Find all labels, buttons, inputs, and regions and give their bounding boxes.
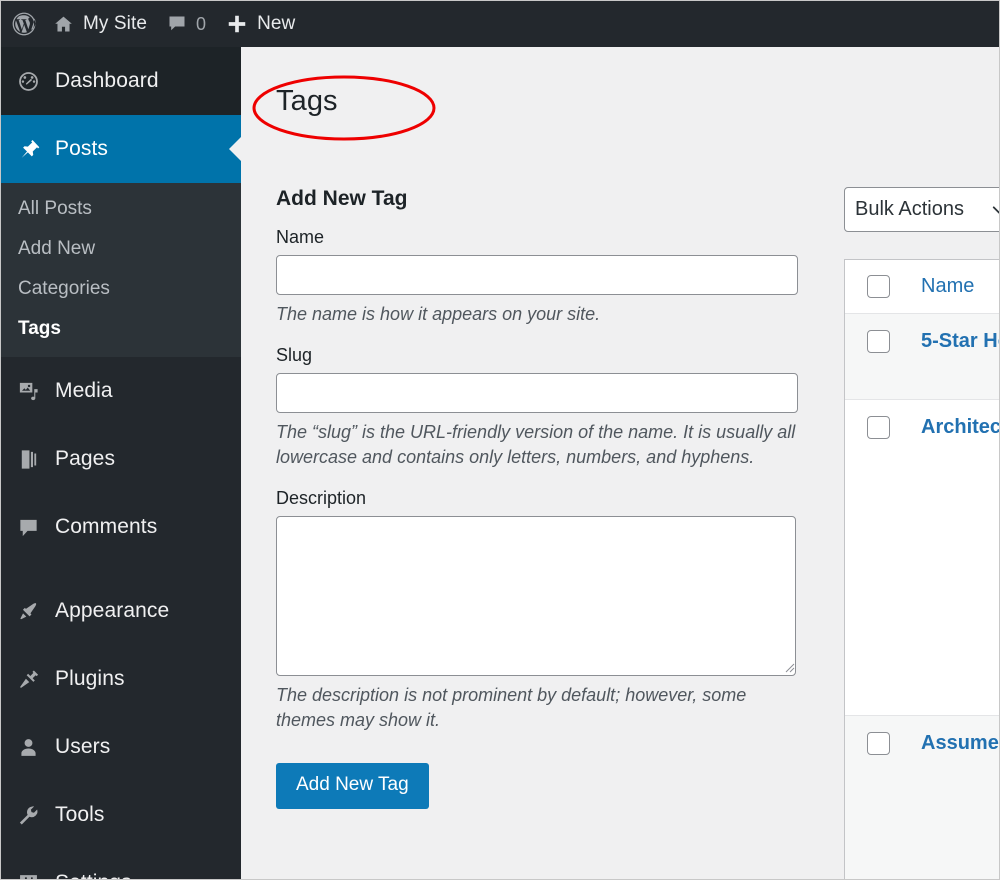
sidebar-item-label: Media xyxy=(55,379,113,402)
admin-sidebar-menu: Dashboard Posts All Posts Add New Catego… xyxy=(1,47,241,879)
sidebar-item-label: Pages xyxy=(55,447,116,470)
chevron-down-icon xyxy=(990,201,999,219)
main-content-area: Tags Add New Tag Name The name is how it… xyxy=(241,47,999,879)
settings-sliders-icon xyxy=(15,872,41,879)
sidebar-item-media[interactable]: Media xyxy=(1,357,241,425)
sidebar-item-plugins[interactable]: Plugins xyxy=(1,645,241,713)
admin-bar-comments-count: 0 xyxy=(196,13,207,34)
pages-icon xyxy=(15,448,41,471)
sidebar-item-all-posts[interactable]: All Posts xyxy=(1,189,241,229)
sidebar-item-label: Appearance xyxy=(55,599,170,622)
admin-bar: My Site 0 New xyxy=(1,1,999,47)
name-help-text: The name is how it appears on your site. xyxy=(276,304,601,324)
sidebar-item-label: Posts xyxy=(55,137,109,160)
sidebar-item-categories[interactable]: Categories xyxy=(1,269,241,309)
sidebar-item-tools[interactable]: Tools xyxy=(1,781,241,849)
plus-icon xyxy=(226,13,248,35)
admin-bar-new-content[interactable]: New xyxy=(216,1,305,47)
slug-field-group: Slug The “slug” is the URL-friendly vers… xyxy=(276,345,798,470)
row-checkbox[interactable] xyxy=(867,330,890,353)
sidebar-item-add-new-post[interactable]: Add New xyxy=(1,229,241,269)
description-textarea[interactable] xyxy=(276,516,796,676)
sidebar-separator xyxy=(1,561,241,577)
admin-bar-site-name[interactable]: My Site xyxy=(43,1,157,47)
row-checkbox[interactable] xyxy=(867,416,890,439)
sidebar-item-label: Dashboard xyxy=(55,69,159,92)
wordpress-logo-button[interactable] xyxy=(1,1,43,47)
media-icon xyxy=(15,380,41,403)
admin-bar-new-label: New xyxy=(257,13,296,34)
sidebar-item-label: Comments xyxy=(55,515,158,538)
table-row: 5-Star Ho xyxy=(845,314,999,400)
plug-icon xyxy=(15,668,41,691)
home-icon xyxy=(53,14,74,35)
table-header-row: Name xyxy=(845,260,999,314)
bulk-actions-label: Bulk Actions xyxy=(855,198,964,220)
comment-bubble-icon xyxy=(15,516,41,539)
tags-table: Name 5-Star Ho Architecto Assumend xyxy=(844,259,999,879)
add-new-tag-heading: Add New Tag xyxy=(276,187,408,210)
description-label: Description xyxy=(276,488,367,508)
sidebar-item-posts[interactable]: Posts xyxy=(1,115,241,183)
table-row: Assumend xyxy=(845,716,999,879)
sidebar-item-users[interactable]: Users xyxy=(1,713,241,781)
slug-help-text: The “slug” is the URL-friendly version o… xyxy=(276,422,796,467)
sidebar-item-label: Users xyxy=(55,735,111,758)
user-icon xyxy=(15,736,41,759)
pin-icon xyxy=(15,138,41,161)
select-all-checkbox[interactable] xyxy=(867,275,890,298)
row-checkbox[interactable] xyxy=(867,732,890,755)
sidebar-item-appearance[interactable]: Appearance xyxy=(1,577,241,645)
slug-label: Slug xyxy=(276,345,313,365)
sidebar-item-dashboard[interactable]: Dashboard xyxy=(1,47,241,115)
add-new-tag-form: Add New Tag Name The name is how it appe… xyxy=(276,187,798,809)
name-input[interactable] xyxy=(276,255,798,295)
sidebar-item-label: Tools xyxy=(55,803,105,826)
table-row: Architecto xyxy=(845,400,999,716)
comment-bubble-icon xyxy=(167,14,187,34)
admin-bar-site-label: My Site xyxy=(83,13,148,34)
tag-name-link[interactable]: 5-Star Ho xyxy=(921,330,999,353)
paintbrush-icon xyxy=(15,600,41,623)
tags-list-panel: Bulk Actions Name 5-Star Ho xyxy=(844,187,999,879)
tag-name-link[interactable]: Architecto xyxy=(921,416,999,439)
posts-submenu: All Posts Add New Categories Tags xyxy=(1,183,241,357)
page-title: Tags xyxy=(276,85,338,117)
sidebar-item-label: Settings xyxy=(55,871,132,879)
description-help-text: The description is not prominent by defa… xyxy=(276,685,747,730)
wrench-icon xyxy=(15,804,41,827)
dashboard-gauge-icon xyxy=(15,70,41,93)
add-new-tag-submit-button[interactable]: Add New Tag xyxy=(276,763,429,809)
admin-bar-comments[interactable]: 0 xyxy=(157,1,216,47)
sidebar-item-comments[interactable]: Comments xyxy=(1,493,241,561)
wordpress-logo-icon xyxy=(11,11,37,37)
description-field-group: Description The description is not promi… xyxy=(276,488,798,733)
name-field-group: Name The name is how it appears on your … xyxy=(276,227,798,327)
sidebar-item-settings[interactable]: Settings xyxy=(1,849,241,879)
browser-viewport: My Site 0 New Dashboard Posts All Posts … xyxy=(0,0,1000,880)
sidebar-item-label: Plugins xyxy=(55,667,125,690)
sidebar-item-pages[interactable]: Pages xyxy=(1,425,241,493)
slug-input[interactable] xyxy=(276,373,798,413)
name-label: Name xyxy=(276,227,325,247)
sidebar-item-tags[interactable]: Tags xyxy=(1,309,241,349)
description-textarea-wrapper xyxy=(276,516,798,676)
bulk-actions-select[interactable]: Bulk Actions xyxy=(844,187,999,232)
column-header-name[interactable]: Name xyxy=(921,275,974,298)
tag-name-link[interactable]: Assumend xyxy=(921,732,999,755)
